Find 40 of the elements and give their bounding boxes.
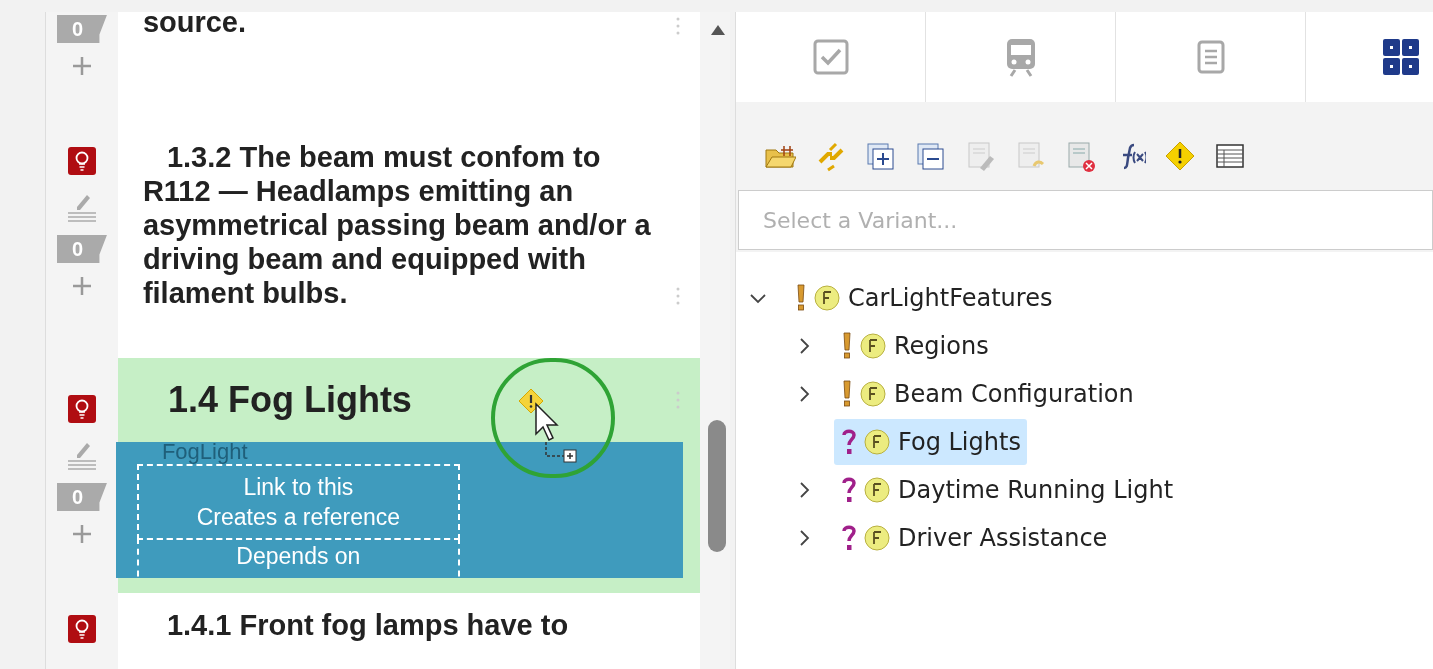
tree-item[interactable]: Beam Configuration [834, 371, 1140, 417]
feature-icon [814, 285, 840, 311]
requirement-text: source. [142, 12, 247, 39]
requirement-text: 1.3.2 The beam must confom to R112 — Headlamps emitting an asymmetrical passing beam and/or a driving beam and equipped with filament bulbs. [142, 140, 652, 310]
feature-icon [860, 381, 886, 407]
add-icon[interactable] [70, 523, 93, 545]
add-icon[interactable] [70, 55, 93, 77]
grid-icon [1382, 39, 1419, 75]
tree-item-label: Regions [894, 331, 989, 362]
train-icon [1004, 37, 1037, 77]
section-heading: 1.4 Fog Lights [167, 380, 412, 420]
checkbox-icon [812, 39, 849, 75]
variant-select-field[interactable]: Select a Variant... [738, 190, 1433, 250]
warning-icon[interactable] [1164, 140, 1196, 172]
tree-item-label: Beam Configuration [894, 379, 1134, 410]
tree-item-label: Driver Assistance [898, 523, 1108, 554]
feature-icon [860, 333, 886, 359]
tree-item[interactable]: Driver Assistance [834, 515, 1114, 561]
tree-item-label: Daytime Running Light [898, 475, 1174, 506]
scrollbar-thumb[interactable] [708, 420, 726, 552]
tree-item[interactable]: Regions [834, 323, 995, 369]
tree-item-label: CarLightFeatures [848, 283, 1053, 314]
document-icon [1196, 40, 1225, 74]
requirement-text: 1.4.1 Front fog lamps have to [165, 608, 569, 642]
dragged-item-ghost: FogLight [161, 442, 248, 465]
lightbulb-icon[interactable] [67, 147, 96, 175]
feature-icon [864, 525, 890, 551]
tree-item[interactable]: Fog Lights [834, 419, 1027, 465]
scroll-up-arrow-icon[interactable] [710, 24, 726, 36]
expand-all-icon[interactable] [864, 140, 896, 172]
feature-icon [864, 429, 890, 455]
tree-item[interactable]: Daytime Running Light [834, 467, 1180, 513]
lightbulb-icon[interactable] [67, 615, 96, 643]
add-icon[interactable] [70, 275, 93, 297]
lightbulb-icon[interactable] [67, 395, 96, 423]
feature-icon [864, 477, 890, 503]
drag-cursor-icon [533, 402, 578, 464]
collapse-all-icon[interactable] [914, 140, 946, 172]
tree-item[interactable]: CarLightFeatures [788, 275, 1059, 321]
tree-item-label: Fog Lights [898, 427, 1021, 458]
